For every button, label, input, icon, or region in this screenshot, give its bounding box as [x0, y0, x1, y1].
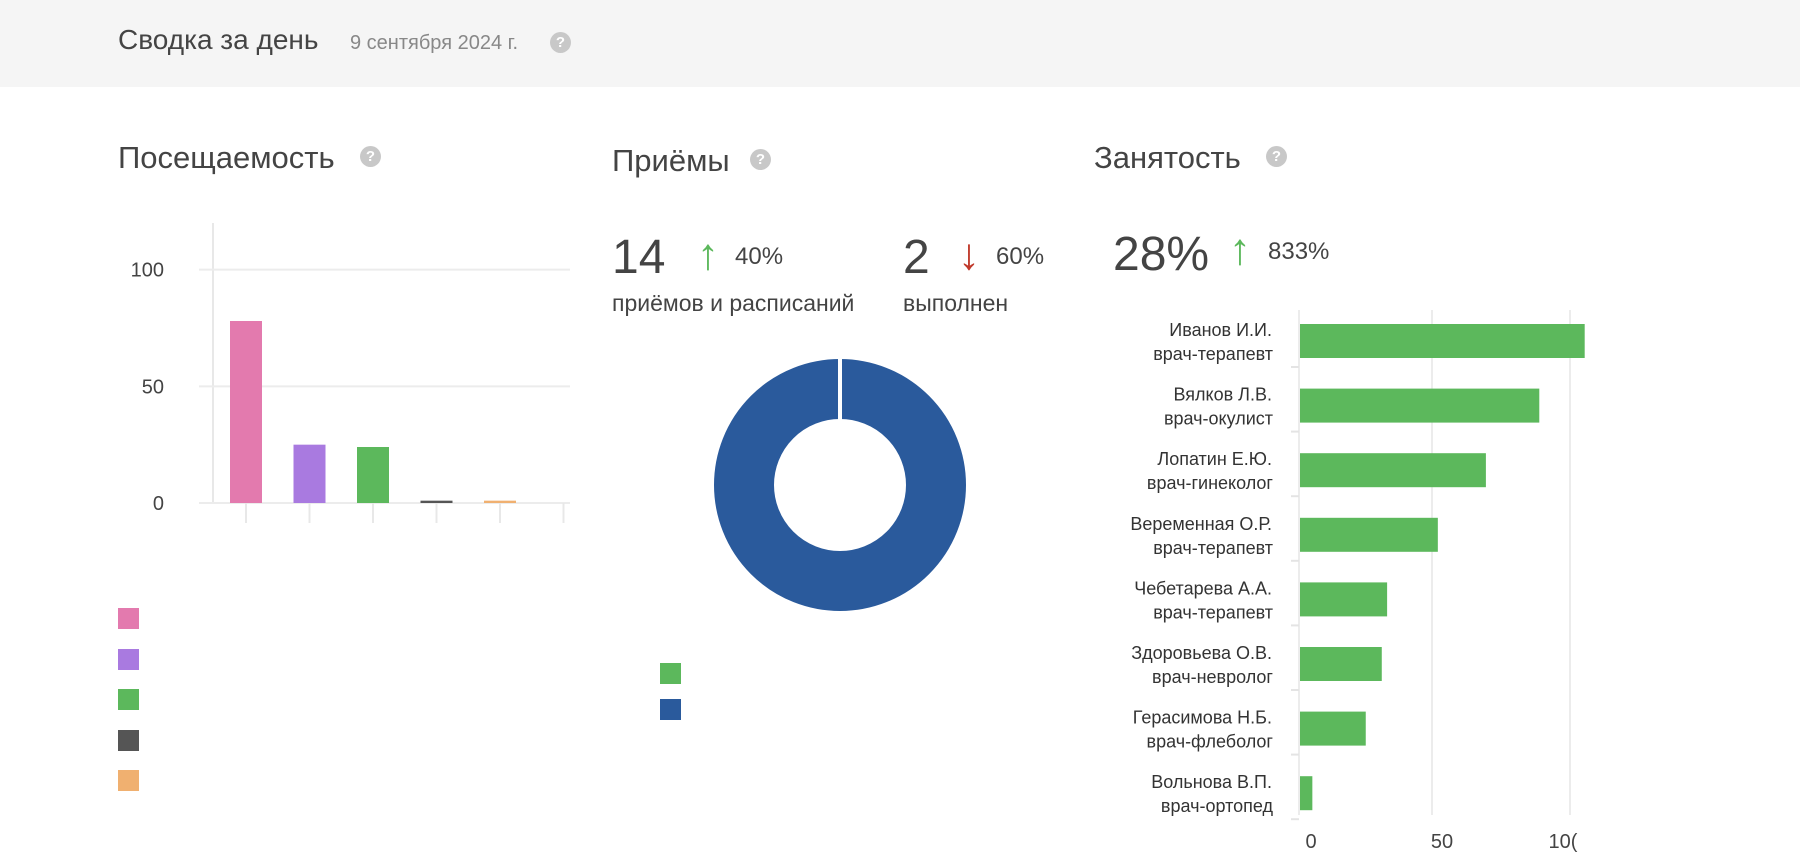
- legend-item[interactable]: [660, 697, 1020, 721]
- appointments-done-trend-icon: ↓: [958, 230, 980, 279]
- doctor-role-label: врач-терапевт: [1153, 602, 1273, 622]
- page-date: 9 сентября 2024 г.: [350, 32, 519, 54]
- occupancy-value: 28%: [1113, 228, 1210, 281]
- occupancy-title: Занятость: [1094, 140, 1241, 175]
- y-tick-label: 0: [153, 493, 164, 515]
- legend-swatch: [118, 648, 139, 670]
- bar: [1300, 647, 1382, 681]
- doctor-role-label: врач-терапевт: [1153, 344, 1273, 364]
- bar: [1300, 582, 1388, 617]
- doctor-name-label: Вялков Л.В.: [1173, 385, 1272, 405]
- bar: [484, 500, 516, 503]
- legend-swatch: [118, 689, 139, 710]
- doctor-name-label: Герасимова Н.Б.: [1133, 708, 1272, 728]
- doctor-name-label: Веременная О.Р.: [1130, 514, 1272, 534]
- x-tick-label: 50: [1431, 831, 1453, 853]
- appointments-total-change: 40%: [735, 243, 784, 270]
- doctor-role-label: врач-невролог: [1152, 667, 1273, 687]
- doctor-role-label: врач-ортопед: [1161, 796, 1274, 816]
- bar: [420, 500, 453, 503]
- occupancy-bar-chart: Иванов И.И. врач-терапевт Вялков Л.В. врач-…: [1130, 310, 1585, 853]
- page-title: Сводка за день: [118, 24, 319, 55]
- appointments-done-label: выполнен: [903, 290, 1009, 316]
- appointments-total-value: 14: [612, 231, 666, 284]
- bar: [1300, 776, 1313, 811]
- legend-swatch: [660, 663, 681, 684]
- appointments-title: Приёмы: [612, 143, 730, 178]
- doctor-name-label: Здоровьева О.В.: [1131, 643, 1272, 663]
- appointments-total-label: приёмов и расписаний: [612, 290, 855, 316]
- legend-item[interactable]: [118, 687, 498, 711]
- x-tick-label: 10(: [1549, 831, 1578, 853]
- legend-item[interactable]: [118, 728, 498, 752]
- legend-swatch: [118, 729, 139, 751]
- bar: [230, 321, 262, 503]
- appointments-done-value: 2: [903, 231, 930, 284]
- occupancy-help-icon[interactable]: ?: [1266, 146, 1287, 167]
- doctor-name-label: Иванов И.И.: [1169, 320, 1272, 340]
- x-tick-label: 0: [1305, 831, 1316, 853]
- legend-item[interactable]: [118, 647, 498, 671]
- appointments-help-icon[interactable]: ?: [750, 149, 771, 170]
- legend-item[interactable]: [118, 768, 498, 792]
- doctor-role-label: врач-гинеколог: [1147, 473, 1274, 493]
- legend-item[interactable]: [660, 661, 1020, 685]
- doctor-name-label: Вольнова В.П.: [1151, 772, 1272, 792]
- help-icon[interactable]: ?: [550, 32, 571, 53]
- doctor-role-label: врач-окулист: [1164, 409, 1273, 429]
- bar: [1300, 453, 1486, 488]
- legend-item[interactable]: [118, 606, 498, 630]
- y-tick-label: 100: [131, 260, 164, 282]
- bar: [1300, 517, 1438, 552]
- doctor-name-label: Лопатин Е.Ю.: [1157, 449, 1272, 469]
- occupancy-trend-icon: ↑: [1229, 225, 1251, 274]
- y-tick-label: 50: [142, 376, 164, 398]
- doctor-name-label: Чебетарева А.А.: [1134, 578, 1272, 598]
- doctor-role-label: врач-флеболог: [1147, 732, 1274, 752]
- doctor-role-label: врач-терапевт: [1153, 538, 1273, 558]
- bar: [1300, 324, 1585, 358]
- occupancy-change: 833%: [1268, 238, 1330, 265]
- bar: [293, 444, 326, 503]
- attendance-help-icon[interactable]: ?: [360, 146, 381, 167]
- legend-swatch: [118, 770, 139, 791]
- appointments-done-change: 60%: [996, 243, 1045, 270]
- appointments-total-trend-icon: ↑: [697, 230, 719, 279]
- bar: [1300, 711, 1366, 746]
- summary-header: Сводка за день 9 сентября 2024 г. ?: [0, 0, 1800, 87]
- bar: [1300, 388, 1540, 423]
- legend-swatch: [660, 699, 681, 720]
- attendance-bar-chart: 100 50 0: [131, 223, 570, 523]
- appointments-donut-chart: [714, 357, 966, 611]
- attendance-title: Посещаемость: [118, 140, 335, 175]
- bar: [357, 447, 389, 503]
- legend-swatch: [118, 608, 139, 629]
